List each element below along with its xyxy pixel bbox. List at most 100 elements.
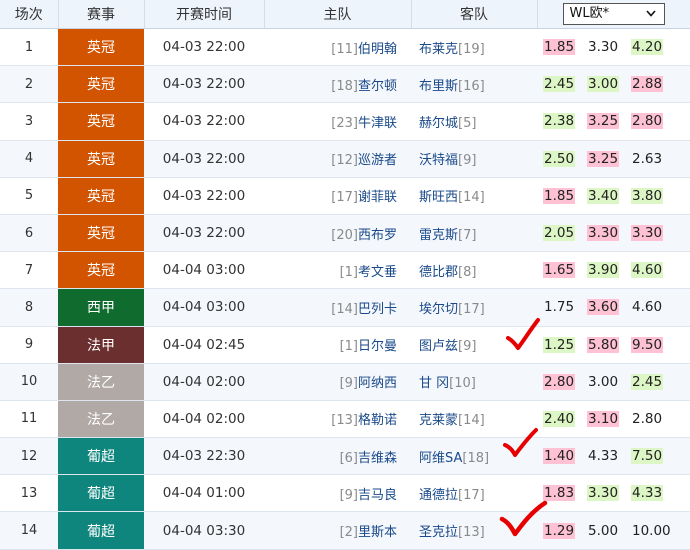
away-team[interactable]: 圣克拉[13] [411,511,537,550]
home-team-name[interactable]: 西布罗 [358,228,397,243]
home-team-name[interactable]: 格勒诺 [358,413,397,428]
league-badge[interactable]: 葡超 [58,437,144,476]
away-team[interactable]: 沃特福[9] [411,140,537,178]
odds-value[interactable]: 3.30 [587,39,619,55]
odds-value[interactable]: 2.80 [631,411,663,427]
home-team[interactable]: [12]巡游者 [264,140,411,178]
league-badge[interactable]: 葡超 [58,474,144,513]
home-team-name[interactable]: 日尔曼 [358,339,397,354]
home-team[interactable]: [6]吉维森 [264,437,411,476]
odds-value[interactable]: 2.80 [543,373,575,390]
away-team-name[interactable]: 图卢兹 [419,339,458,354]
table-row[interactable]: 1 英冠 04-03 22:00 [11]伯明翰 布莱克[19] 1.85 3.30 4.20 [0,28,690,67]
home-team[interactable]: [13]格勒诺 [264,400,411,439]
odds-value[interactable]: 1.83 [543,485,575,502]
odds-type-select[interactable]: WL欧* [562,3,665,25]
league-badge[interactable]: 葡超 [58,511,144,550]
league-badge[interactable]: 英冠 [58,140,144,178]
odds-value[interactable]: 2.40 [543,410,575,427]
table-row[interactable]: 6 英冠 04-03 22:00 [20]西布罗 雷克斯[7] 2.05 3.30 3.30 [0,214,690,253]
odds-value[interactable]: 3.60 [587,299,619,316]
home-team[interactable]: [9]阿纳西 [264,363,411,401]
odds-value[interactable]: 3.80 [631,187,663,204]
table-row[interactable]: 3 英冠 04-03 22:00 [23]牛津联 赫尔城[5] 2.38 3.25 2.80 [0,102,690,141]
odds-value[interactable]: 5.00 [587,523,619,539]
odds-value[interactable]: 4.60 [631,262,663,279]
table-row[interactable]: 4 英冠 04-03 22:00 [12]巡游者 沃特福[9] 2.50 3.25 2.63 [0,140,690,178]
away-team[interactable]: 图卢兹[9] [411,326,537,364]
home-team-name[interactable]: 阿纳西 [358,376,397,391]
table-row[interactable]: 7 英冠 04-04 03:00 [1]考文垂 德比郡[8] 1.65 3.90 4.60 [0,251,690,290]
home-team[interactable]: [2]里斯本 [264,511,411,550]
away-team-name[interactable]: 克莱蒙 [419,413,458,428]
odds-value[interactable]: 3.10 [587,410,619,427]
away-team-name[interactable]: 斯旺西 [419,190,458,205]
away-team-name[interactable]: 通德拉 [419,488,458,503]
home-team[interactable]: [1]考文垂 [264,251,411,290]
league-badge[interactable]: 英冠 [58,102,144,141]
league-badge[interactable]: 法乙 [58,400,144,439]
odds-value[interactable]: 4.33 [631,485,663,502]
odds-value[interactable]: 1.40 [543,448,575,465]
odds-value[interactable]: 2.38 [543,113,575,130]
away-team[interactable]: 通德拉[17] [411,474,537,513]
league-badge[interactable]: 英冠 [58,251,144,290]
league-badge[interactable]: 法乙 [58,363,144,401]
home-team-name[interactable]: 牛津联 [358,116,397,131]
odds-value[interactable]: 1.29 [543,522,575,539]
league-badge[interactable]: 英冠 [58,214,144,253]
odds-value[interactable]: 3.00 [587,374,619,390]
away-team-name[interactable]: 布莱克 [419,42,458,57]
odds-value[interactable]: 10.00 [631,523,671,539]
odds-value[interactable]: 3.30 [587,485,619,502]
table-row[interactable]: 12 葡超 04-03 22:30 [6]吉维森 阿维SA[18] 1.40 4.33 7.5… [0,437,690,476]
odds-value[interactable]: 2.05 [543,225,575,242]
odds-value[interactable]: 3.25 [587,150,619,167]
away-team[interactable]: 德比郡[8] [411,251,537,290]
odds-value[interactable]: 1.75 [543,299,575,315]
away-team[interactable]: 斯旺西[14] [411,177,537,215]
odds-value[interactable]: 1.25 [543,336,575,353]
away-team-name[interactable]: 阿维SA [419,451,462,466]
away-team[interactable]: 雷克斯[7] [411,214,537,253]
odds-value[interactable]: 3.30 [587,225,619,242]
away-team[interactable]: 埃尔切[17] [411,288,537,327]
odds-value[interactable]: 3.30 [631,225,663,242]
home-team[interactable]: [20]西布罗 [264,214,411,253]
away-team[interactable]: 克莱蒙[14] [411,400,537,439]
home-team[interactable]: [14]巴列卡 [264,288,411,327]
home-team[interactable]: [11]伯明翰 [264,28,411,67]
odds-value[interactable]: 3.25 [587,113,619,130]
home-team-name[interactable]: 谢菲联 [358,190,397,205]
table-row[interactable]: 8 西甲 04-04 03:00 [14]巴列卡 埃尔切[17] 1.75 3.60 4.60 [0,288,690,327]
home-team-name[interactable]: 里斯本 [358,525,397,540]
away-team[interactable]: 布莱克[19] [411,28,537,67]
odds-value[interactable]: 4.60 [631,299,663,315]
odds-value[interactable]: 1.65 [543,262,575,279]
home-team-name[interactable]: 考文垂 [358,265,397,280]
table-row[interactable]: 14 葡超 04-04 03:30 [2]里斯本 圣克拉[13] 1.29 5.00 10.0… [0,511,690,550]
table-row[interactable]: 9 法甲 04-04 02:45 [1]日尔曼 图卢兹[9] 1.25 5.80 9.50 [0,326,690,364]
odds-value[interactable]: 3.40 [587,187,619,204]
away-team[interactable]: 甘 冈[10] [411,363,537,401]
odds-value[interactable]: 2.45 [631,373,663,390]
odds-value[interactable]: 3.00 [587,76,619,93]
home-team[interactable]: [23]牛津联 [264,102,411,141]
home-team-name[interactable]: 伯明翰 [358,42,397,57]
away-team[interactable]: 布里斯[16] [411,65,537,104]
odds-value[interactable]: 2.63 [631,151,663,167]
home-team-name[interactable]: 巴列卡 [358,302,397,317]
league-badge[interactable]: 法甲 [58,326,144,364]
table-row[interactable]: 5 英冠 04-03 22:00 [17]谢菲联 斯旺西[14] 1.85 3.40 3.80 [0,177,690,215]
home-team[interactable]: [1]日尔曼 [264,326,411,364]
away-team[interactable]: 赫尔城[5] [411,102,537,141]
home-team-name[interactable]: 吉维森 [358,451,397,466]
odds-value[interactable]: 7.50 [631,448,663,465]
odds-value[interactable]: 1.85 [543,39,575,56]
odds-value[interactable]: 2.80 [631,113,663,130]
home-team[interactable]: [17]谢菲联 [264,177,411,215]
away-team-name[interactable]: 甘 冈 [419,376,449,391]
odds-value[interactable]: 2.88 [631,76,663,93]
odds-value[interactable]: 3.90 [587,262,619,279]
away-team-name[interactable]: 德比郡 [419,265,458,280]
